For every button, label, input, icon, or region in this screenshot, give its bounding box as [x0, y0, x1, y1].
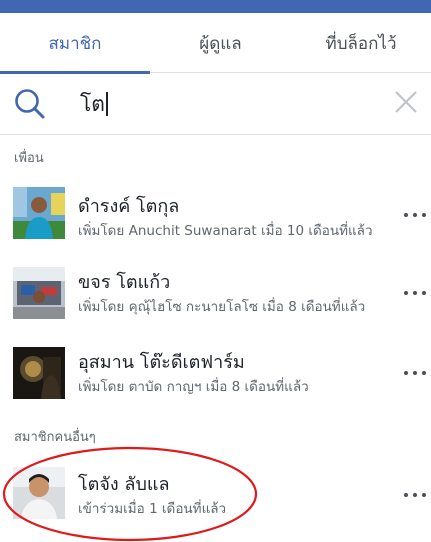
tab-blocked[interactable]: ที่บล็อกไว้	[291, 13, 431, 73]
member-name[interactable]: ดำรงค์ โตกุล	[78, 191, 179, 220]
member-added-info: เพิ่มโดย คุณุ้ไฮโซ กะนายโลโซ เมื่อ 8 เดื…	[78, 299, 366, 315]
more-options-icon[interactable]	[404, 211, 426, 219]
search-input-value: โต	[80, 92, 105, 116]
member-name[interactable]: ขจร โตแก้ว	[78, 267, 170, 296]
more-options-icon[interactable]	[404, 289, 426, 297]
search-bar: โต	[0, 73, 431, 135]
avatar	[13, 347, 65, 399]
more-options-icon[interactable]	[404, 491, 426, 499]
member-added-info: เพิ่มโดย Anuchit Suwanarat เมื่อ 10 เดือ…	[78, 223, 373, 239]
top-bar-strip	[0, 0, 431, 13]
member-name[interactable]: อุสมาน โต๊ะดีเตฟาร์ม	[78, 347, 245, 376]
tab-members-label: สมาชิก	[48, 33, 102, 54]
section-header-friends: เพื่อน	[14, 151, 44, 166]
member-row[interactable]: ดำรงค์ โตกุล เพิ่มโดย Anuchit Suwanarat …	[0, 187, 431, 267]
clear-search-icon[interactable]	[394, 90, 418, 114]
tab-bar: สมาชิก ผู้ดูแล ที่บล็อกไว้	[0, 13, 431, 74]
member-row[interactable]: อุสมาน โต๊ะดีเตฟาร์ม เพิ่มโดย ตาบัด กาญฯ…	[0, 347, 431, 427]
tab-members[interactable]: สมาชิก	[0, 13, 150, 74]
member-added-info: เพิ่มโดย ตาบัด กาญฯ เมื่อ 8 เดือนที่แล้ว	[78, 379, 309, 395]
avatar	[13, 267, 65, 319]
tab-blocked-label: ที่บล็อกไว้	[325, 33, 397, 54]
search-input[interactable]: โต	[80, 89, 108, 119]
tab-admins[interactable]: ผู้ดูแล	[150, 13, 291, 73]
annotation-circle	[2, 446, 258, 542]
search-icon[interactable]	[12, 86, 48, 122]
avatar	[13, 187, 65, 239]
app-screen: สมาชิก ผู้ดูแล ที่บล็อกไว้ โต เพื่อน ดำร…	[0, 0, 431, 542]
text-caret	[105, 92, 108, 116]
member-row[interactable]: ขจร โตแก้ว เพิ่มโดย คุณุ้ไฮโซ กะนายโลโซ …	[0, 267, 431, 347]
more-options-icon[interactable]	[404, 369, 426, 377]
tab-admins-label: ผู้ดูแล	[199, 33, 242, 54]
